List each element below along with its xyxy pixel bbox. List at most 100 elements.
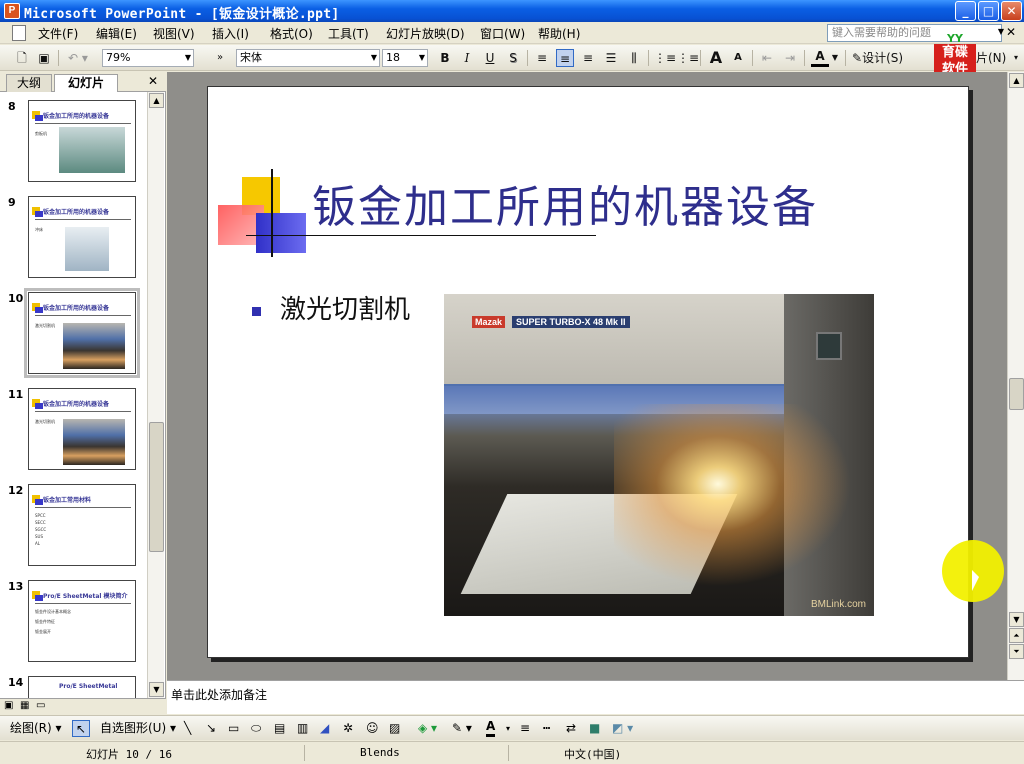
select-pointer-icon[interactable]: ↖ xyxy=(72,720,90,737)
toolbar-options-icon[interactable]: » xyxy=(214,49,226,67)
shadow-button[interactable]: S xyxy=(504,49,522,67)
line-icon[interactable]: ╲ xyxy=(184,720,191,737)
new-slide-button[interactable]: 片(N) xyxy=(976,49,1010,67)
clipart-icon[interactable]: ☺ xyxy=(366,720,379,737)
font-color-button[interactable]: A xyxy=(811,49,829,67)
current-slide[interactable]: 钣金加工所用的机器设备 激光切割机 Mazak SUPER TURBO-X 48… xyxy=(207,86,969,658)
notes-pane[interactable]: 单击此处添加备注 xyxy=(167,680,1024,714)
status-bar: 幻灯片 10 / 16 Blends 中文(中国) xyxy=(0,741,1024,764)
slide-scrollbar[interactable]: ▲ ▼ ⏶ ⏷ xyxy=(1007,72,1024,680)
new-icon[interactable]: 🗋 xyxy=(14,49,30,67)
bold-button[interactable]: B xyxy=(436,49,454,67)
menu-tools[interactable]: 工具(T) xyxy=(328,25,369,42)
fill-color-icon[interactable]: ◈ ▾ xyxy=(418,720,437,737)
tab-outline[interactable]: 大纲 xyxy=(6,74,52,92)
shrink-font-button[interactable]: A xyxy=(731,49,745,67)
underline-button[interactable]: U xyxy=(481,49,499,67)
menu-format[interactable]: 格式(O) xyxy=(270,25,313,42)
font-name-select[interactable]: 宋体 ▼ xyxy=(236,49,380,67)
slideshow-icon[interactable]: ▭ xyxy=(36,700,45,711)
font-color-icon[interactable]: A xyxy=(486,720,496,737)
chevron-down-icon[interactable]: ▼ xyxy=(831,49,839,67)
photo-model-label: SUPER TURBO-X 48 Mk II xyxy=(512,316,630,328)
document-close-icon[interactable]: ✕ xyxy=(1006,25,1016,39)
slide-title[interactable]: 钣金加工所用的机器设备 xyxy=(312,171,818,235)
scroll-up-icon[interactable]: ▲ xyxy=(1009,73,1024,88)
slides-panel-scrollbar[interactable]: ▲ ▼ xyxy=(147,92,164,698)
align-center-icon[interactable]: ≡ xyxy=(556,49,574,67)
justify-icon[interactable]: ☰ xyxy=(602,49,620,67)
menu-edit[interactable]: 编辑(E) xyxy=(96,25,137,42)
decrease-indent-icon[interactable]: ⇤ xyxy=(758,49,776,67)
vertical-textbox-icon[interactable]: ▥ xyxy=(297,720,308,737)
textbox-icon[interactable]: ▤ xyxy=(274,720,285,737)
design-template: Blends xyxy=(360,746,400,759)
chevron-down-icon[interactable]: ▾ xyxy=(506,720,510,737)
line-color-icon[interactable]: ✎ ▾ xyxy=(452,720,472,737)
bullets-icon[interactable]: ⋮≡ xyxy=(677,49,699,67)
font-size-select[interactable]: 18 ▼ xyxy=(382,49,428,67)
italic-button[interactable]: I xyxy=(458,49,476,67)
dash-style-icon[interactable]: ┅ xyxy=(543,720,550,737)
3d-style-icon[interactable]: ◩ ▾ xyxy=(612,720,633,737)
line-style-icon[interactable]: ≡ xyxy=(520,720,530,737)
arrow-style-icon[interactable]: ⇄ xyxy=(566,720,576,737)
panel-close-icon[interactable]: ✕ xyxy=(148,74,158,88)
numbering-icon[interactable]: ⋮≡ xyxy=(654,49,676,67)
tab-slides[interactable]: 幻灯片 xyxy=(54,74,118,93)
oval-icon[interactable]: ⬭ xyxy=(251,720,261,737)
slide-thumbnails: 8 钣金加工所用的机器设备 剪板机 9 钣金加工所用的机器设备 冲床 10 钣金… xyxy=(0,92,148,698)
document-icon[interactable] xyxy=(12,25,26,41)
mouse-pointer-icon xyxy=(972,570,979,591)
design-button[interactable]: ✎设计(S) xyxy=(852,49,914,67)
wordart-icon[interactable]: ◢ xyxy=(320,720,329,737)
menu-view[interactable]: 视图(V) xyxy=(153,25,195,42)
view-buttons: ▣ ▦ ▭ xyxy=(0,698,166,714)
menu-window[interactable]: 窗口(W) xyxy=(480,25,525,42)
picture-icon[interactable]: ▨ xyxy=(389,720,400,737)
close-button[interactable]: ✕ xyxy=(1001,1,1022,21)
autoshapes-button[interactable]: 自选图形(U) ▾ xyxy=(100,720,176,737)
scroll-down-icon[interactable]: ▼ xyxy=(1009,612,1024,627)
increase-indent-icon[interactable]: ⇥ xyxy=(781,49,799,67)
window-title: Microsoft PowerPoint - [钣金设计概论.ppt] xyxy=(24,7,340,22)
maximize-button[interactable]: □ xyxy=(978,1,999,21)
next-slide-icon[interactable]: ⏷ xyxy=(1009,644,1024,659)
zoom-select[interactable]: 79% ▼ xyxy=(102,49,194,67)
menu-help[interactable]: 帮助(H) xyxy=(538,25,580,42)
slide-counter: 幻灯片 10 / 16 xyxy=(86,748,172,761)
align-right-icon[interactable]: ≡ xyxy=(579,49,597,67)
scroll-thumb[interactable] xyxy=(149,422,164,552)
scroll-thumb[interactable] xyxy=(1009,378,1024,410)
previous-slide-icon[interactable]: ⏶ xyxy=(1009,628,1024,643)
slide-editor: 钣金加工所用的机器设备 激光切割机 Mazak SUPER TURBO-X 48… xyxy=(167,72,1007,680)
normal-view-icon[interactable]: ▣ xyxy=(4,700,13,711)
diagram-icon[interactable]: ✲ xyxy=(343,720,353,737)
laser-cutter-photo[interactable]: Mazak SUPER TURBO-X 48 Mk II BMLink.com xyxy=(444,294,874,616)
minimize-button[interactable]: _ xyxy=(955,1,976,21)
distribute-icon[interactable]: ⫼ xyxy=(625,49,643,67)
shadow-style-icon[interactable]: ■ xyxy=(589,720,600,737)
chevron-down-icon[interactable]: ▼ xyxy=(998,27,1004,36)
formatting-toolbar: 🗋 ▣ ↶ ▾ 79% ▼ » 宋体 ▼ 18 ▼ B I U S ≡ ≡ ≡ ☰ ⫼… xyxy=(0,45,1024,71)
grow-font-button[interactable]: A xyxy=(707,49,725,67)
menu-file[interactable]: 文件(F) xyxy=(38,25,78,42)
scroll-up-icon[interactable]: ▲ xyxy=(149,93,164,108)
scroll-down-icon[interactable]: ▼ xyxy=(149,682,164,697)
undo-icon[interactable]: ↶ ▾ xyxy=(64,49,92,67)
menu-slideshow[interactable]: 幻灯片放映(D) xyxy=(386,25,465,42)
slide-sorter-icon[interactable]: ▦ xyxy=(20,700,29,711)
menu-insert[interactable]: 插入(I) xyxy=(212,25,249,42)
save-icon[interactable]: ▣ xyxy=(36,49,52,67)
align-left-icon[interactable]: ≡ xyxy=(533,49,551,67)
notes-placeholder[interactable]: 单击此处添加备注 xyxy=(171,686,267,703)
bullet-text[interactable]: 激光切割机 xyxy=(280,289,410,326)
menu-bar: 文件(F) 编辑(E) 视图(V) 插入(I) 格式(O) 工具(T) 幻灯片放… xyxy=(0,22,1024,44)
arrow-icon[interactable]: ↘ xyxy=(206,720,216,737)
chevron-down-icon[interactable]: ▾ xyxy=(1011,49,1021,67)
powerpoint-icon[interactable]: P xyxy=(4,3,20,19)
drawing-toolbar: 绘图(R) ▾ ↖ 自选图形(U) ▾ ╲ ↘ ▭ ⬭ ▤ ▥ ◢ ✲ ☺ ▨ … xyxy=(0,715,1024,740)
rectangle-icon[interactable]: ▭ xyxy=(228,720,239,737)
design-icon: ✎ xyxy=(852,51,863,65)
draw-menu-button[interactable]: 绘图(R) ▾ xyxy=(10,720,62,737)
